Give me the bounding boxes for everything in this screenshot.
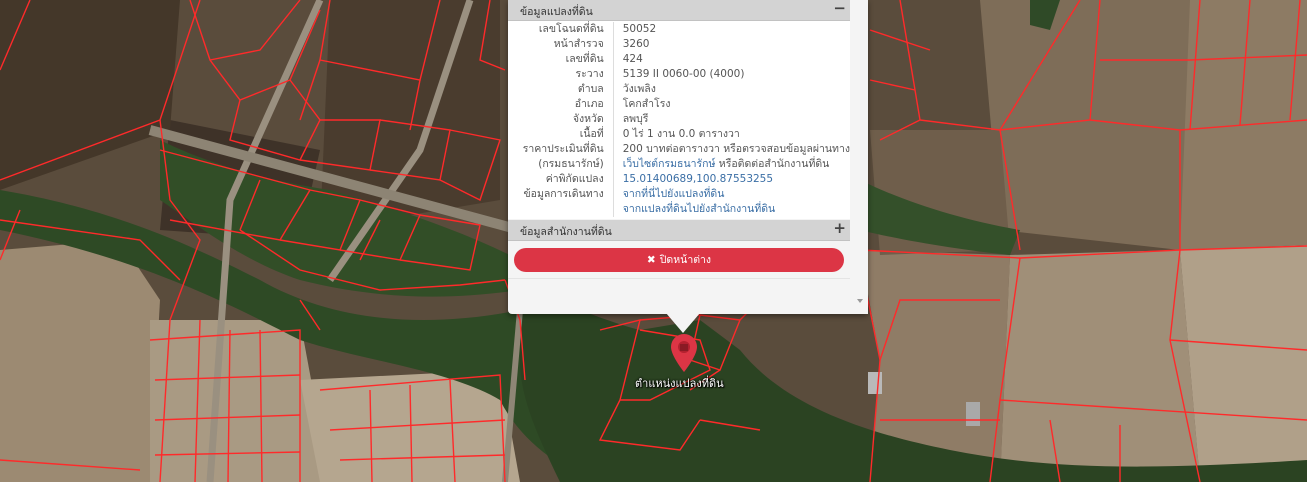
parcel-info-popup: ข้อมูลแปลงที่ดิน − เลขโฉนดที่ดิน 50052 หน้…	[508, 0, 868, 314]
land-info-table: เลขโฉนดที่ดิน 50052 หน้าสำรวจ 3260 เลขที่ดิน…	[508, 22, 850, 217]
info-label: หน้าสำรวจ	[508, 37, 614, 52]
info-label: ราคาประเมินที่ดิน	[508, 142, 614, 157]
map-pin-icon[interactable]	[671, 334, 697, 372]
popup-divider	[508, 278, 850, 279]
directions-link[interactable]: จากที่นี่ไปยังแปลงที่ดิน	[623, 188, 725, 200]
info-row: ระวาง 5139 II 0060-00 (4000)	[508, 67, 850, 82]
info-label: เลขโฉนดที่ดิน	[508, 22, 614, 37]
info-label: ค่าพิกัดแปลง	[508, 172, 614, 187]
info-label: ตำบล	[508, 82, 614, 97]
info-label: เลขที่ดิน	[508, 52, 614, 67]
info-row: จังหวัด ลพบุรี	[508, 112, 850, 127]
popup-pointer	[666, 313, 700, 333]
info-label	[508, 202, 614, 217]
info-value: 0 ไร่ 1 งาน 0.0 ตารางวา	[622, 128, 740, 140]
info-row: ข้อมูลการเดินทาง จากที่นี่ไปยังแปลงที่ดิน	[508, 187, 850, 202]
info-value: ลพบุรี	[622, 113, 649, 125]
info-value: 200 บาทต่อตารางวา หรือตรวจสอบข้อมูลผ่านท…	[622, 143, 850, 155]
info-row: ค่าพิกัดแปลง 15.01400689,100.87553255	[508, 172, 850, 187]
info-label: ระวาง	[508, 67, 614, 82]
land-office-section-header[interactable]: ข้อมูลสำนักงานที่ดิน +	[508, 219, 850, 241]
info-row: หน้าสำรวจ 3260	[508, 37, 850, 52]
land-office-section-title: ข้อมูลสำนักงานที่ดิน	[520, 226, 612, 238]
info-label: จังหวัด	[508, 112, 614, 127]
info-label: เนื้อที่	[508, 127, 614, 142]
info-label: (กรมธนารักษ์)	[508, 157, 614, 172]
info-row: (กรมธนารักษ์) เว็บไซต์กรมธนารักษ์ หรือติด…	[508, 157, 850, 172]
coordinate-link[interactable]: 15.01400689,100.87553255	[623, 173, 773, 185]
info-value: 424	[622, 53, 643, 65]
close-icon: ✖	[646, 254, 656, 266]
directions-link[interactable]: จากแปลงที่ดินไปยังสำนักงานที่ดิน	[623, 203, 776, 215]
info-value: 15.01400689,100.87553255	[613, 172, 850, 187]
info-row: เลขที่ดิน 424	[508, 52, 850, 67]
info-value: 3260	[622, 38, 650, 50]
scroll-down-arrow-icon[interactable]	[857, 299, 863, 303]
collapse-icon[interactable]: −	[833, 0, 846, 17]
close-window-label: ปิดหน้าต่าง	[659, 254, 712, 266]
info-value: โคกสำโรง	[622, 98, 671, 110]
close-window-button[interactable]: ✖ ปิดหน้าต่าง	[514, 248, 844, 272]
info-row: ราคาประเมินที่ดิน 200 บาทต่อตารางวา หรือต…	[508, 142, 850, 157]
land-info-section-title: ข้อมูลแปลงที่ดิน	[520, 6, 593, 18]
info-value: 50052	[622, 23, 657, 35]
info-row: อำเภอ โคกสำโรง	[508, 97, 850, 112]
info-row: เลขโฉนดที่ดิน 50052	[508, 22, 850, 37]
popup-scrollbar[interactable]	[850, 0, 868, 314]
expand-icon[interactable]: +	[833, 219, 846, 237]
info-value-suffix: หรือติดต่อสำนักงานที่ดิน	[715, 158, 830, 170]
info-value: วังเพลิง	[622, 83, 656, 95]
info-value: เว็บไซต์กรมธนารักษ์ หรือติดต่อสำนักงานที…	[613, 157, 850, 172]
treasury-website-link[interactable]: เว็บไซต์กรมธนารักษ์	[623, 158, 716, 170]
info-label: ข้อมูลการเดินทาง	[508, 187, 614, 202]
info-row: ตำบล วังเพลิง	[508, 82, 850, 97]
land-info-section-header[interactable]: ข้อมูลแปลงที่ดิน −	[508, 0, 850, 21]
info-value: จากแปลงที่ดินไปยังสำนักงานที่ดิน	[613, 202, 850, 217]
info-value: จากที่นี่ไปยังแปลงที่ดิน	[613, 187, 850, 202]
info-value: 5139 II 0060-00 (4000)	[622, 68, 745, 80]
info-row: เนื้อที่ 0 ไร่ 1 งาน 0.0 ตารางวา	[508, 127, 850, 142]
land-info-body: เลขโฉนดที่ดิน 50052 หน้าสำรวจ 3260 เลขที่ดิน…	[508, 21, 850, 219]
info-row: จากแปลงที่ดินไปยังสำนักงานที่ดิน	[508, 202, 850, 217]
info-label: อำเภอ	[508, 97, 614, 112]
marker-label: ตำแหน่งแปลงที่ดิน	[635, 377, 724, 390]
